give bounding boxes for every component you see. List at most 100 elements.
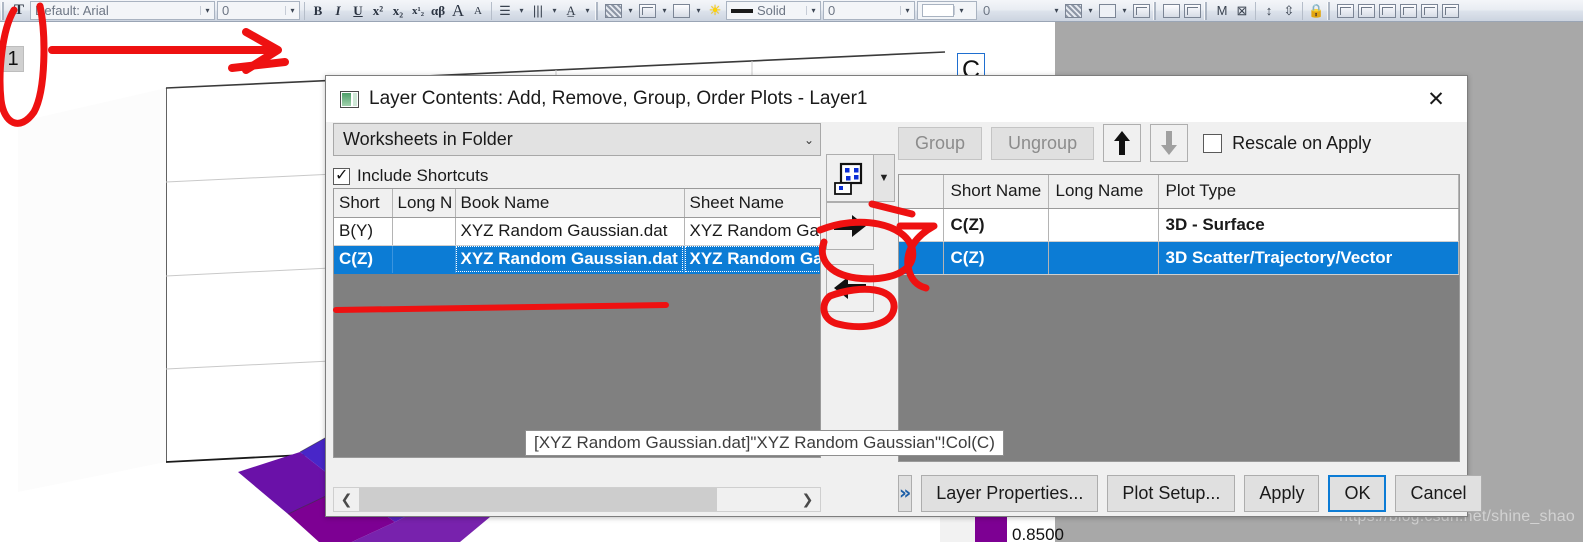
- remove-plot-button[interactable]: [826, 264, 874, 312]
- chevron-down-icon[interactable]: ▾: [200, 6, 214, 15]
- table-icon[interactable]: [1356, 1, 1377, 21]
- chevron-down-icon[interactable]: ⌄: [804, 133, 814, 147]
- edge-color-icon[interactable]: [671, 1, 692, 21]
- fill-color-icon[interactable]: [603, 1, 624, 21]
- expand-button[interactable]: »: [898, 474, 913, 512]
- checkbox-indicator[interactable]: [333, 165, 350, 185]
- checkbox-indicator[interactable]: [1203, 133, 1223, 153]
- line-width-combo[interactable]: 0 ▾: [823, 1, 915, 20]
- border-style-icon[interactable]: [1097, 1, 1118, 21]
- apply-button[interactable]: Apply: [1244, 474, 1320, 512]
- chevron-left-icon[interactable]: ❮: [334, 488, 359, 511]
- align-icon[interactable]: ☰: [495, 1, 515, 21]
- chevron-down-icon[interactable]: ▾: [1118, 6, 1131, 15]
- table-row-selected[interactable]: C(Z) XYZ Random Gaussian.dat XYZ Random …: [334, 245, 820, 274]
- value-field[interactable]: 0: [979, 1, 1049, 20]
- insert-col-icon[interactable]: [1398, 1, 1419, 21]
- rescale-on-apply-checkbox[interactable]: Rescale on Apply: [1203, 133, 1371, 154]
- subscript-button[interactable]: x₂: [388, 1, 408, 21]
- greek-button[interactable]: αβ: [428, 1, 448, 21]
- text-color-icon[interactable]: A̲: [561, 1, 581, 21]
- scrollbar-track[interactable]: [359, 488, 795, 511]
- increase-font-button[interactable]: A: [448, 1, 468, 21]
- italic-button[interactable]: I: [328, 1, 348, 21]
- move-down-button[interactable]: [1150, 124, 1189, 162]
- scrollbar-thumb[interactable]: [359, 488, 717, 511]
- chevron-down-icon[interactable]: ▾: [1084, 6, 1097, 15]
- chevron-down-icon[interactable]: ▾: [954, 6, 968, 15]
- pattern-icon[interactable]: [637, 1, 658, 21]
- dialog-titlebar[interactable]: Layer Contents: Add, Remove, Group, Orde…: [326, 76, 1467, 122]
- lighting-icon[interactable]: ☀: [705, 1, 725, 21]
- chevron-down-icon[interactable]: ▾: [285, 6, 299, 15]
- line-spacing-icon[interactable]: |||: [528, 1, 548, 21]
- superscript-button[interactable]: x²: [368, 1, 388, 21]
- horizontal-scrollbar[interactable]: ❮ ❯: [333, 487, 821, 512]
- font-size-combo[interactable]: 0 ▾: [217, 1, 300, 20]
- add-plot-button[interactable]: [826, 202, 874, 250]
- table-row-selected[interactable]: C(Z) 3D Scatter/Trajectory/Vector: [899, 241, 1459, 275]
- ok-button[interactable]: OK: [1328, 474, 1387, 512]
- line-style-combo[interactable]: Solid ▾: [726, 1, 821, 20]
- column-header-short-name[interactable]: Short Name: [943, 175, 1049, 209]
- layer-properties-button[interactable]: Layer Properties...: [921, 474, 1099, 512]
- bold-button[interactable]: B: [308, 1, 328, 21]
- close-icon[interactable]: ✕: [1405, 76, 1467, 122]
- extract-icon[interactable]: [1440, 1, 1461, 21]
- chevron-down-icon[interactable]: ▾: [692, 6, 705, 15]
- insert-row-icon[interactable]: [1377, 1, 1398, 21]
- underline-button[interactable]: U: [348, 1, 368, 21]
- toolbar-grip[interactable]: [1, 1, 8, 20]
- column-header-long-name[interactable]: Long Name: [1048, 175, 1159, 209]
- chevron-down-icon[interactable]: ▾: [548, 6, 561, 15]
- table-row[interactable]: B(Y) XYZ Random Gaussian.dat XYZ Random …: [334, 217, 820, 246]
- add-worksheet-icon[interactable]: [1335, 1, 1356, 21]
- layer-number-badge[interactable]: 1: [2, 46, 24, 72]
- scatter-plot-type-icon[interactable]: [826, 154, 874, 202]
- chevron-right-icon[interactable]: ❯: [795, 488, 820, 511]
- toolbar-grip[interactable]: [595, 1, 602, 20]
- font-name-value: Default: Arial: [35, 3, 109, 18]
- ungroup-button[interactable]: Ungroup: [991, 126, 1095, 160]
- new-layer-icon[interactable]: [1161, 1, 1182, 21]
- duplicate-icon[interactable]: [1419, 1, 1440, 21]
- plot-type-split-button[interactable]: ▼: [826, 154, 898, 202]
- chevron-down-icon[interactable]: ▾: [581, 6, 594, 15]
- include-shortcuts-checkbox[interactable]: Include Shortcuts: [333, 165, 821, 187]
- layer-grid-icon[interactable]: [1182, 1, 1203, 21]
- chevron-down-icon[interactable]: ▾: [515, 6, 528, 15]
- distribute-icon[interactable]: ⇳: [1279, 1, 1299, 21]
- toolbar-grip[interactable]: [1204, 1, 1211, 20]
- align-vertical-icon[interactable]: ↕: [1259, 1, 1279, 21]
- toolbar-grip[interactable]: [1327, 1, 1335, 20]
- available-data-grid[interactable]: Short Long N Book Name Sheet Name B(Y) X…: [333, 188, 821, 458]
- mask-icon[interactable]: ⊠: [1232, 1, 1252, 21]
- merge-cells-icon[interactable]: [1131, 1, 1152, 21]
- chevron-down-icon[interactable]: ▼: [874, 154, 895, 202]
- table-row[interactable]: C(Z) 3D - Surface: [899, 208, 1459, 242]
- chevron-down-icon[interactable]: ▾: [806, 6, 820, 15]
- column-header-book-name[interactable]: Book Name: [455, 189, 685, 218]
- decrease-font-button[interactable]: A: [468, 1, 488, 21]
- cancel-button[interactable]: Cancel: [1395, 474, 1482, 512]
- source-combo[interactable]: Worksheets in Folder ⌄: [333, 123, 821, 156]
- chevron-down-icon[interactable]: ▾: [900, 6, 914, 15]
- matrix-icon[interactable]: M: [1212, 1, 1232, 21]
- column-header-sheet-name[interactable]: Sheet Name: [684, 189, 820, 218]
- column-header-plot-type[interactable]: Plot Type: [1158, 175, 1459, 209]
- plot-setup-button[interactable]: Plot Setup...: [1107, 474, 1236, 512]
- group-button[interactable]: Group: [898, 126, 983, 160]
- toolbar-grip[interactable]: [1153, 1, 1160, 20]
- column-header-long-name[interactable]: Long N: [392, 189, 456, 218]
- chevron-down-icon[interactable]: ▾: [658, 6, 671, 15]
- column-header-short[interactable]: Short: [334, 189, 393, 218]
- gradient-fill-icon[interactable]: [1063, 1, 1084, 21]
- lock-icon[interactable]: 🔒: [1306, 1, 1326, 21]
- chevron-down-icon[interactable]: ▾: [1050, 6, 1063, 15]
- subsuperscript-button[interactable]: x¹₂: [408, 1, 428, 21]
- color-combo[interactable]: ▾: [917, 1, 977, 20]
- layer-plots-grid[interactable]: Short Name Long Name Plot Type C(Z) 3D -…: [898, 174, 1460, 462]
- font-name-combo[interactable]: Default: Arial ▾: [30, 1, 215, 20]
- move-up-button[interactable]: [1103, 124, 1142, 162]
- chevron-down-icon[interactable]: ▾: [624, 6, 637, 15]
